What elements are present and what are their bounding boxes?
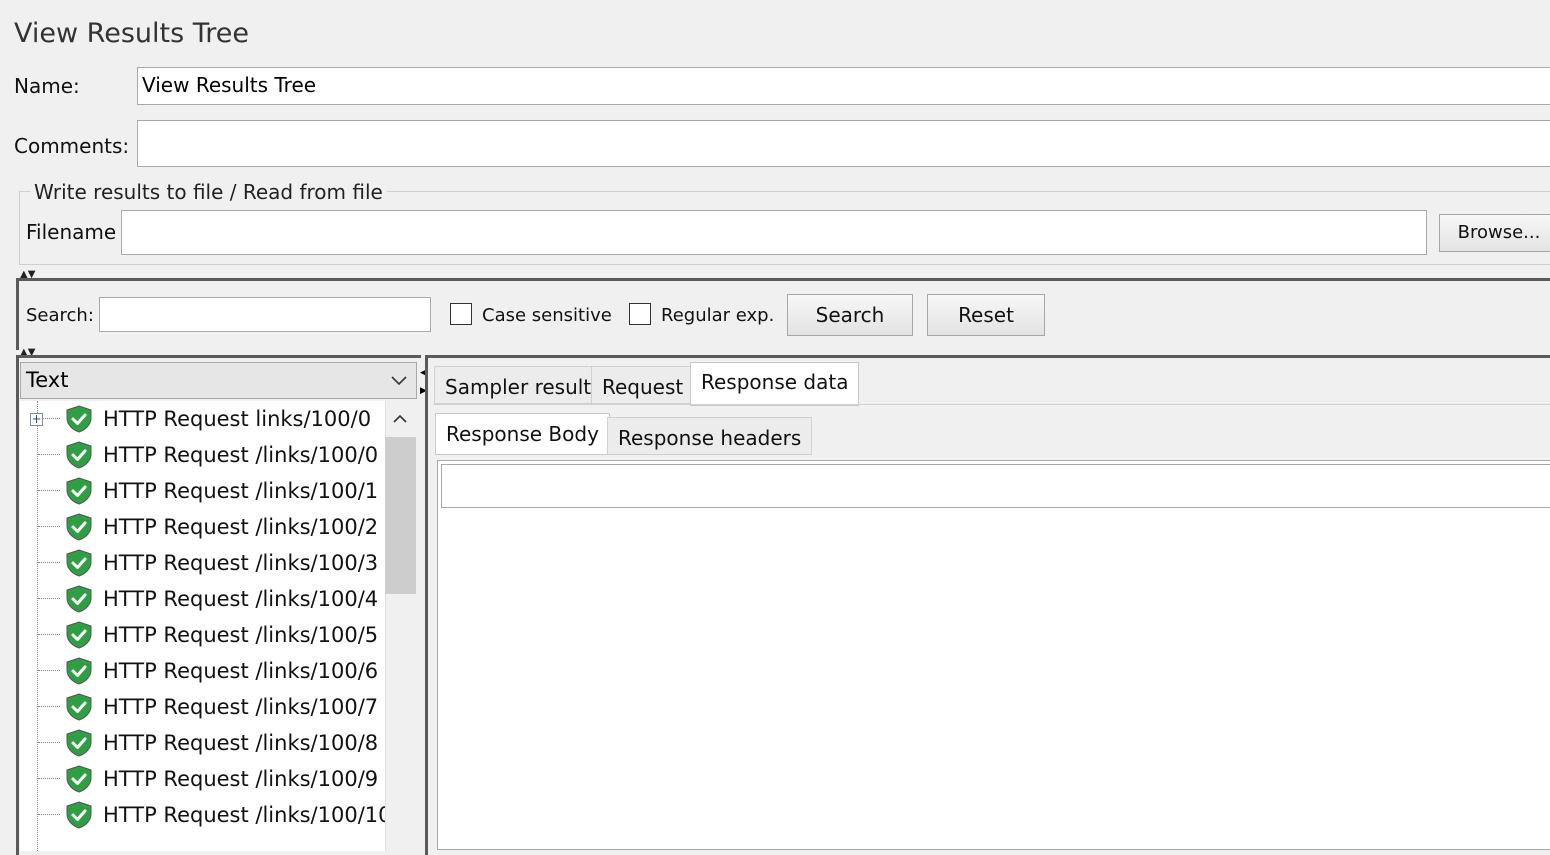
success-shield-icon [64,764,94,798]
search-input-value [100,298,430,310]
case-sensitive-checkbox[interactable] [450,303,472,325]
tree-item[interactable]: HTTP Request /links/100/0 [20,437,388,473]
tree-item-label: HTTP Request /links/100/6 [103,659,379,683]
tree-branch-line [38,670,60,671]
tree-branch-line [38,526,60,527]
success-shield-icon [64,620,94,654]
chevron-down-icon[interactable] [389,372,409,392]
tab-strip-divider [433,404,1550,405]
tree-item[interactable]: HTTP Request /links/100/6 [20,653,388,689]
tree-item-label: HTTP Request /links/100/5 [103,623,379,647]
filename-field-value [122,211,1426,223]
tree-branch-line [38,742,60,743]
renderer-select-value: Text [26,368,69,392]
name-label: Name: [14,74,80,98]
success-shield-icon [64,728,94,762]
tree-item-label: HTTP Request /links/100/4 [103,587,379,611]
page-title: View Results Tree [14,18,249,49]
tree-scrollbar-thumb[interactable] [385,437,416,594]
file-group-legend: Write results to file / Read from file [30,180,387,204]
search-input[interactable] [99,297,431,332]
tree-branch-line [38,454,60,455]
tree-item-label: HTTP Request /links/100/2 [103,515,379,539]
tree-item-label: HTTP Request /links/100/10 [103,803,388,827]
renderer-select[interactable] [20,362,417,399]
tree-item-label: HTTP Request /links/100/3 [103,551,379,575]
tree-branch-line [38,706,60,707]
name-field[interactable]: View Results Tree [137,67,1550,105]
response-body-area[interactable] [437,460,1550,850]
tree-item[interactable]: HTTP Request /links/100/4 [20,581,388,617]
success-shield-icon [64,800,94,834]
subtab-response-body[interactable]: Response Body [435,413,610,455]
regex-label: Regular exp. [661,305,775,326]
tree-item-label: HTTP Request /links/100/7 [103,695,379,719]
subtab-response-headers[interactable]: Response headers [607,417,813,455]
tree-item-label: HTTP Request /links/100/9 [103,767,379,791]
comments-field-value [138,121,1550,133]
success-shield-icon [64,584,94,618]
success-shield-icon [64,476,94,510]
filename-label: Filename [26,220,117,244]
tree-item[interactable]: HTTP Request /links/100/5 [20,617,388,653]
reset-button[interactable]: Reset [927,294,1045,336]
tree-branch-line [38,598,60,599]
tree-branch-line [38,634,60,635]
success-shield-icon [64,692,94,726]
success-shield-icon [64,440,94,474]
success-shield-icon [64,512,94,546]
tree-item-label: HTTP Request /links/100/8 [103,731,379,755]
tree-branch-line [38,490,60,491]
tree-item[interactable]: HTTP Request /links/100/2 [20,509,388,545]
regex-checkbox[interactable] [629,303,651,325]
tree-branch-line [38,814,60,815]
tree-item-label: HTTP Request /links/100/0 [103,443,379,467]
tree-item[interactable]: HTTP Request /links/100/7 [20,689,388,725]
success-shield-icon [64,548,94,582]
tree-item[interactable]: HTTP Request /links/100/10 [20,797,388,833]
filename-field[interactable] [121,210,1427,255]
tree-item[interactable]: HTTP Request /links/100/1 [20,473,388,509]
tab-sampler-result[interactable]: Sampler result [434,366,603,404]
tree-item[interactable]: + HTTP Request links/100/0 [20,401,388,437]
search-button[interactable]: Search [787,294,913,336]
tree-item-label: HTTP Request /links/100/1 [103,479,379,503]
comments-label: Comments: [14,134,130,158]
success-shield-icon [64,404,94,438]
tree-item[interactable]: HTTP Request /links/100/8 [20,725,388,761]
tree-item-label: HTTP Request links/100/0 [103,407,372,431]
scroll-up-icon[interactable] [391,411,409,430]
name-field-value: View Results Tree [142,73,317,97]
case-sensitive-label: Case sensitive [482,305,612,326]
success-shield-icon [64,656,94,690]
browse-button[interactable]: Browse... [1439,214,1550,252]
response-body-search-field[interactable] [441,464,1550,508]
search-label: Search: [26,305,94,326]
tab-response-data[interactable]: Response data [690,362,860,406]
tree-item[interactable]: HTTP Request /links/100/9 [20,761,388,797]
results-tree[interactable]: + HTTP Request links/100/0 HTTP Request /l… [20,401,388,851]
expand-icon[interactable]: + [30,413,43,426]
tab-request[interactable]: Request [591,366,695,404]
tree-branch-line [38,778,60,779]
tree-item[interactable]: HTTP Request /links/100/3 [20,545,388,581]
tree-branch-line [38,562,60,563]
comments-field[interactable] [137,120,1550,167]
